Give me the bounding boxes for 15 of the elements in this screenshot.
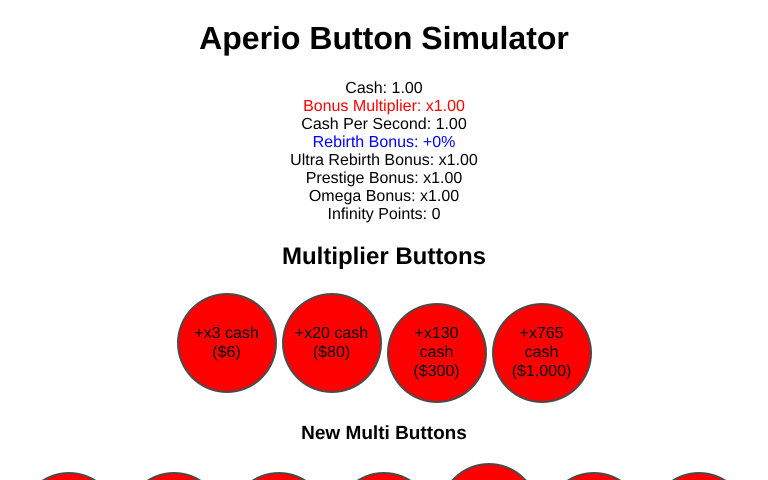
multiplier-button[interactable]: +x765 cash ($1,000) <box>492 302 592 402</box>
stat-line: Bonus Multiplier: x1.00 <box>302 98 466 116</box>
stat-line: Infinity Points: 0 <box>326 206 442 224</box>
stat-line: Omega Bonus: x1.00 <box>308 188 460 206</box>
stat-line: Rebirth Bonus: +0% <box>312 134 456 152</box>
section-heading: New Multi Buttons <box>300 422 468 444</box>
stat-line: Cash: 1.00 <box>344 80 424 98</box>
multiplier-button[interactable]: +x130 cash ($300) <box>386 302 486 402</box>
multiplier-button[interactable]: +x3 cash ($6) <box>176 293 276 393</box>
stat-line: Prestige Bonus: x1.00 <box>304 170 464 188</box>
stat-line: Cash Per Second: 1.00 <box>300 116 468 134</box>
stat-line: Ultra Rebirth Bonus: x1.00 <box>289 152 479 170</box>
section-heading: Multiplier Buttons <box>281 242 487 272</box>
page-title: Aperio Button Simulator <box>198 19 570 57</box>
multiplier-button[interactable]: +x20 cash ($80) <box>282 293 382 393</box>
